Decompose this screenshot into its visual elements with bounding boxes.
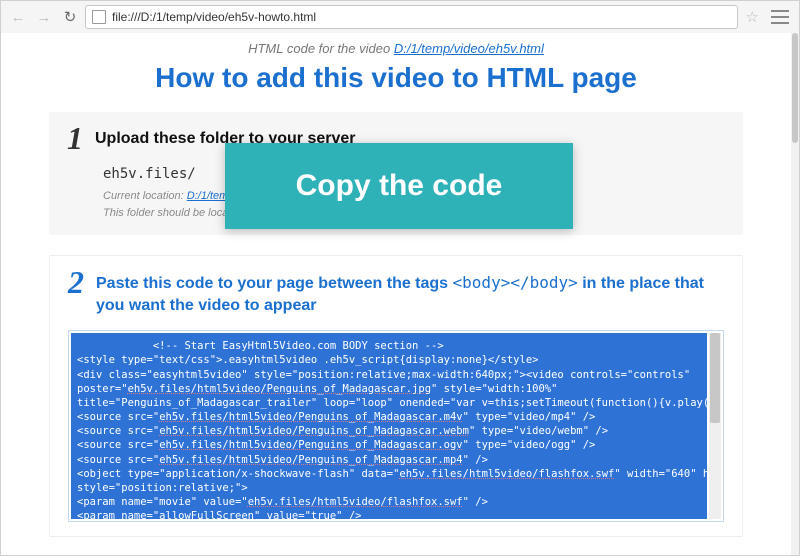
page-subtitle: HTML code for the video D:/1/temp/video/… (1, 41, 791, 56)
page-scrollbar-thumb[interactable] (792, 33, 798, 143)
subtitle-link[interactable]: D:/1/temp/video/eh5v.html (394, 41, 544, 56)
hamburger-menu-icon[interactable] (767, 8, 793, 26)
embed-code-text[interactable]: <!-- Start EasyHtml5Video.com BODY secti… (71, 333, 707, 519)
bookmark-star-icon[interactable]: ☆ (742, 8, 763, 26)
back-button[interactable]: ← (7, 6, 29, 28)
page-content: HTML code for the video D:/1/temp/video/… (1, 33, 791, 555)
location-label: Current location: (103, 190, 187, 202)
code-scrollbar-thumb[interactable] (710, 333, 720, 423)
url-text: file:///D:/1/temp/video/eh5v-howto.html (112, 10, 316, 24)
embed-code-box: <!-- Start EasyHtml5Video.com BODY secti… (68, 330, 724, 522)
reload-button[interactable]: ↻ (59, 6, 81, 28)
file-icon (92, 10, 106, 24)
browser-toolbar: ← → ↻ file:///D:/1/temp/video/eh5v-howto… (1, 1, 799, 34)
subtitle-text: HTML code for the video (248, 41, 394, 56)
step-2-number: 2 (68, 266, 84, 298)
page-scrollbar[interactable] (791, 33, 799, 555)
forward-button[interactable]: → (33, 6, 55, 28)
overlay-text: Copy the code (296, 169, 503, 203)
address-bar[interactable]: file:///D:/1/temp/video/eh5v-howto.html (85, 5, 738, 29)
code-scrollbar[interactable] (709, 333, 721, 519)
step-1-number: 1 (67, 122, 83, 154)
folder-hint-text: This folder should be loca (103, 207, 228, 219)
step-2-card: 2 Paste this code to your page between t… (49, 255, 743, 537)
browser-window: ← → ↻ file:///D:/1/temp/video/eh5v-howto… (0, 0, 800, 556)
location-link[interactable]: D:/1/tem (187, 190, 229, 202)
step-2-heading: Paste this code to your page between the… (96, 266, 724, 316)
overlay-tooltip: Copy the code (225, 143, 573, 229)
page-title: How to add this video to HTML page (1, 62, 791, 94)
